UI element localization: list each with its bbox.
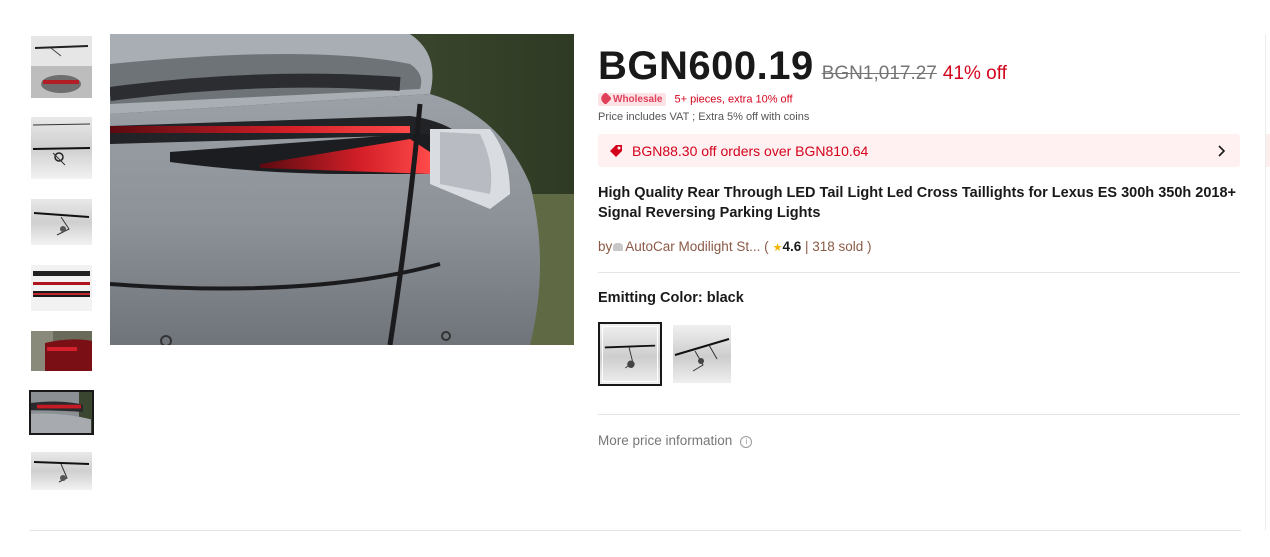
thumbnail-1[interactable] [31, 36, 92, 98]
thumbnail-6-selected[interactable] [29, 390, 94, 435]
thumbnail-7[interactable] [31, 452, 92, 490]
color-swatch-black-selected[interactable] [598, 322, 662, 386]
main-product-image[interactable] [110, 34, 574, 345]
thumbnail-3[interactable] [31, 199, 92, 245]
wholesale-tag-icon [599, 92, 612, 105]
store-rating: 4.6 [782, 239, 802, 254]
panel-edge-accent [1266, 134, 1270, 167]
wholesale-row: Wholesale 5+ pieces, extra 10% off [598, 92, 793, 106]
store-by-label: by [598, 239, 613, 254]
store-separator: | [801, 239, 813, 254]
divider [598, 272, 1240, 273]
discount-percent: 41% off [942, 63, 1007, 84]
variant-label: Emitting Color: black [598, 290, 744, 306]
thumbnail-5[interactable] [31, 331, 92, 371]
sold-count: 318 sold [812, 239, 864, 254]
wholesale-text: 5+ pieces, extra 10% off [674, 93, 793, 106]
wholesale-badge: Wholesale [598, 92, 667, 106]
product-title: High Quality Rear Through LED Tail Light… [598, 185, 1236, 221]
star-icon: ★ [772, 242, 783, 254]
store-paren-open: ( [760, 239, 769, 254]
chevron-right-icon [1218, 144, 1226, 157]
panel-edge [1265, 34, 1266, 530]
coupon-banner[interactable]: BGN88.30 off orders over BGN810.64 [598, 134, 1240, 167]
more-price-info-text: More price information [598, 433, 733, 448]
divider [598, 414, 1240, 415]
store-icon [613, 243, 624, 251]
vat-note: Price includes VAT ; Extra 5% off with c… [598, 111, 810, 123]
thumbnail-4[interactable] [31, 265, 92, 311]
original-price: BGN1,017.27 [821, 63, 937, 84]
store-name-link[interactable]: AutoCar Modilight St... [625, 239, 760, 254]
more-price-info-link[interactable]: More price information i [598, 433, 753, 448]
thumbnail-2[interactable] [31, 117, 92, 179]
store-row: by AutoCar Modilight St... (★4.6 | 318 so… [598, 239, 872, 254]
store-paren-close: ) [863, 239, 872, 254]
divider [30, 530, 1241, 531]
tag-icon [610, 144, 622, 157]
price-row: BGN600.19 BGN1,017.27 41% off [598, 44, 1007, 89]
coupon-text: BGN88.30 off orders over BGN810.64 [632, 142, 869, 159]
current-price: BGN600.19 [598, 44, 814, 88]
color-swatch-2[interactable] [673, 325, 731, 383]
info-icon: i [740, 436, 753, 448]
